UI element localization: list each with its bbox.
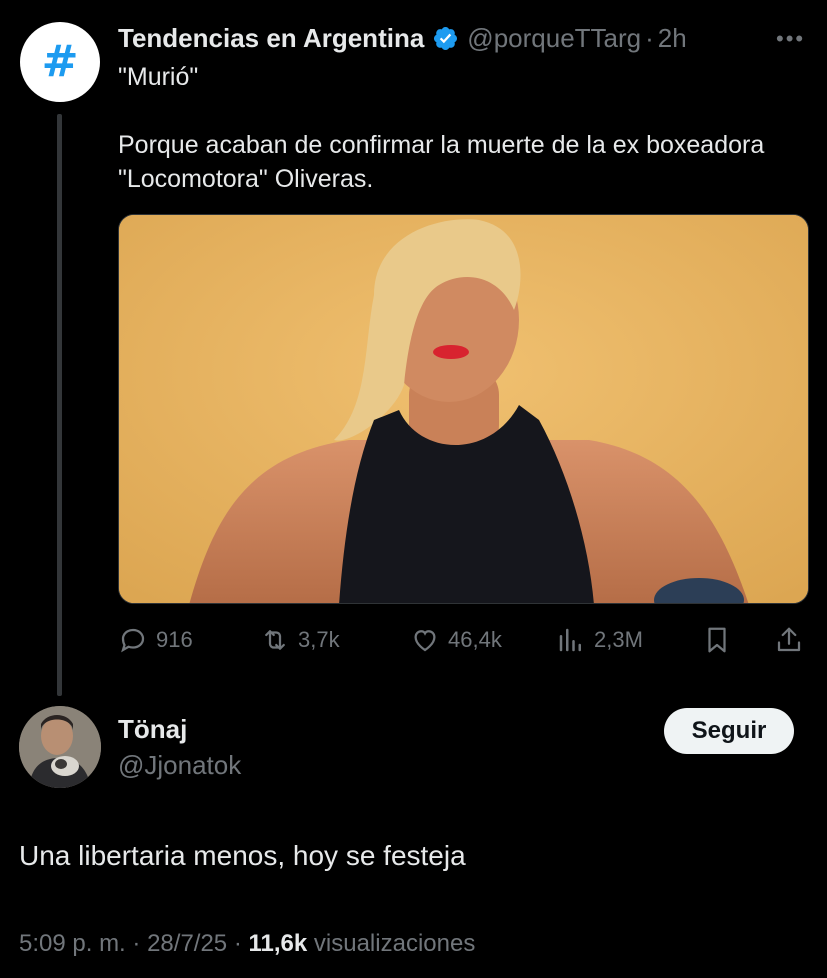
reply-metadata: 5:09 p. m. · 28/7/25 · 11,6k visualizaci…	[19, 930, 475, 958]
author-name[interactable]: Tendencias en Argentina	[118, 23, 424, 54]
share-button[interactable]	[774, 620, 812, 660]
retweet-button[interactable]: 3,7k	[260, 620, 340, 660]
views-button[interactable]: 2,3M	[556, 620, 643, 660]
separator-dot: ·	[645, 22, 654, 53]
bookmark-button[interactable]	[702, 620, 740, 660]
views-count: 2,3M	[594, 627, 643, 652]
tweet-text-line-1: "Murió"	[118, 63, 199, 91]
verified-badge-icon	[434, 26, 458, 50]
reply-author-avatar[interactable]	[19, 706, 101, 788]
reply-text: Una libertaria menos, hoy se festeja	[19, 840, 466, 871]
heart-icon	[414, 630, 436, 652]
like-button[interactable]: 46,4k	[410, 620, 502, 660]
retweet-count: 3,7k	[298, 627, 340, 652]
share-icon	[777, 627, 801, 652]
bookmark-icon	[708, 627, 726, 653]
more-options-icon[interactable]: •••	[776, 26, 805, 52]
reply-author-name[interactable]: Tönaj	[118, 714, 187, 745]
tweet-header: Tendencias en Argentina @porqueTTarg · 2…	[118, 20, 687, 56]
analytics-icon	[559, 628, 581, 652]
tweet-text-line-2: Porque acaban de confirmar la muerte de …	[118, 131, 765, 193]
reply-views-label: visualizaciones	[313, 930, 476, 957]
retweet-icon	[265, 630, 285, 650]
reply-button[interactable]: 916	[118, 620, 193, 660]
tweet-action-bar: 916 3,7k 46,4k 2,3M	[118, 620, 808, 660]
photo-illustration	[119, 215, 808, 603]
reply-count: 916	[156, 627, 193, 652]
reply-views-count: 11,6k	[248, 930, 308, 957]
reply-date[interactable]: 28/7/25	[147, 930, 227, 957]
author-handle[interactable]: @porqueTTarg	[467, 23, 641, 54]
thread-connector-line	[57, 114, 62, 696]
reply-icon	[121, 628, 145, 653]
reply-author-handle[interactable]: @Jjonatok	[118, 750, 241, 781]
separator-dot: ·	[233, 930, 242, 957]
separator-dot: ·	[132, 930, 141, 957]
hashtag-symbol: #	[41, 36, 79, 87]
reply-time[interactable]: 5:09 p. m.	[19, 930, 126, 957]
tweet-media-photo[interactable]	[118, 214, 809, 604]
follow-button[interactable]: Seguir	[664, 708, 794, 754]
trend-account-avatar[interactable]: #	[20, 22, 100, 102]
like-count: 46,4k	[448, 627, 502, 652]
tweet-time-ago[interactable]: 2h	[658, 23, 687, 54]
avatar-photo	[19, 706, 101, 788]
